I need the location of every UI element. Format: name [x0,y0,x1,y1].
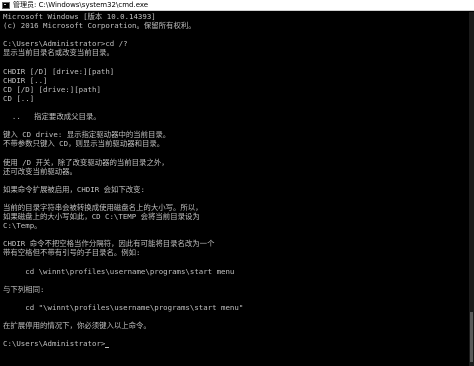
console-line: 如果磁盘上的大小写如此，CD C:\TEMP 会将当前目录设为 [3,212,200,222]
console-line: CHDIR 命令不把空格当作分隔符，因此有可能将目录名改为一个 [3,239,215,249]
console-line: cd "\winnt\profiles\username\programs\st… [3,303,244,312]
console-line: Microsoft Windows [版本 10.0.14393] [3,12,156,21]
console-line: 键入 CD drive: 显示指定驱动器中的当前目录。 [3,130,171,140]
vertical-scrollbar[interactable] [469,12,474,366]
console-line: CHDIR [/D] [drive:][path] [3,66,115,76]
console-line: 使用 /D 开关，除了改变驱动器的当前目录之外， [3,157,169,167]
cmd-window: 管理员: C:\Windows\system32\cmd.exe Microso… [0,0,474,366]
console-line: CHDIR [..] [3,75,48,85]
console-output[interactable]: Microsoft Windows [版本 10.0.14393] (c) 201… [3,12,469,362]
text-cursor [105,347,110,349]
scrollbar-thumb[interactable] [470,312,473,362]
console-line: 如果命令扩展被启用，CHDIR 会如下改变: [3,184,146,194]
console-line: 与下列相同: [3,284,45,294]
cmd-console-icon[interactable] [2,1,10,9]
window-title: 管理员: C:\Windows\system32\cmd.exe [13,0,149,9]
console-line: 显示当前目录名或改变当前目录。 [3,48,114,58]
console-line: cd \winnt\profiles\username\programs\sta… [3,266,235,276]
console-line: CD [/D] [drive:][path] [3,84,101,94]
console-line: C:\Temp。 [3,221,42,231]
console-line: (c) 2016 Microsoft Corporation。保留所有权利。 [3,21,196,31]
command-prompt: C:\Users\Administrator> [3,339,469,349]
console-line: 当前的目录字符串会被转换成使用磁盘名上的大小写。所以， [3,202,203,212]
console-line: 在扩展停用的情况下，你必须键入以上命令。 [3,321,151,331]
console-line: CD [..] [3,93,35,103]
console-line: 还可改变当前驱动器。 [3,166,77,176]
console-line: 不带参数只键入 CD，则显示当前驱动器和目录。 [3,139,165,149]
console-line: C:\Users\Administrator>cd /? [3,39,128,49]
title-bar[interactable]: 管理员: C:\Windows\system32\cmd.exe [0,0,474,11]
console-line: 带有空格但不带有引号的子目录名。例如: [3,248,141,258]
console-line: .. 指定要改成父目录。 [3,112,101,122]
